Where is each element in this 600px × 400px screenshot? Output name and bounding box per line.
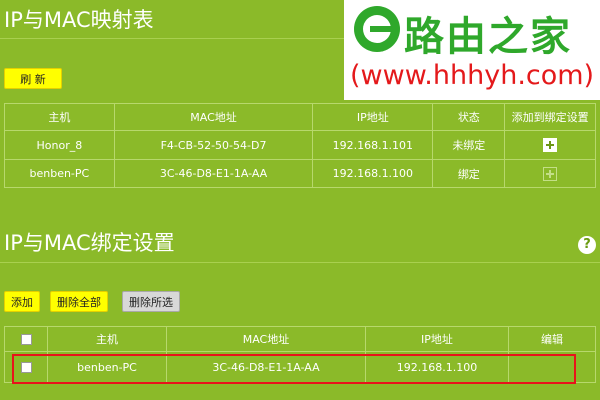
- mapping-col-ip: IP地址: [312, 103, 434, 131]
- binding-section-title: IP与MAC绑定设置: [4, 231, 175, 255]
- watermark-logo-icon: [354, 6, 400, 52]
- mapping-row-status: 未绑定: [432, 130, 506, 160]
- mapping-section-title: IP与MAC映射表: [4, 8, 154, 32]
- add-to-binding-plus-icon[interactable]: [543, 138, 558, 152]
- mapping-table: 主机 MAC地址 IP地址 状态 添加到绑定设置 Honor_8 F4-CB-5…: [4, 103, 596, 188]
- watermark: 路由之家 (www.hhhyh.com): [344, 0, 600, 100]
- watermark-url: (www.hhhyh.com): [350, 60, 595, 91]
- binding-col-host: 主机: [47, 326, 167, 352]
- select-all-checkbox[interactable]: [20, 334, 32, 345]
- mapping-row-ip: 192.168.1.100: [312, 159, 434, 188]
- binding-col-select: [4, 326, 48, 352]
- delete-all-button[interactable]: 删除全部: [50, 291, 108, 312]
- mapping-row-add-cell: [504, 159, 596, 188]
- mapping-row-add-cell: [504, 130, 596, 160]
- mapping-col-mac: MAC地址: [113, 103, 314, 131]
- mapping-col-status: 状态: [432, 103, 506, 131]
- mapping-row-mac: F4-CB-52-50-54-D7: [113, 130, 314, 160]
- mapping-row-ip: 192.168.1.101: [312, 130, 434, 160]
- highlight-box: [12, 354, 576, 384]
- binding-title-divider: [0, 262, 600, 263]
- binding-col-edit: 编辑: [508, 326, 596, 352]
- mapping-col-add-to-binding: 添加到绑定设置: [504, 103, 596, 131]
- mapping-row-status: 绑定: [432, 159, 506, 188]
- refresh-button[interactable]: 刷 新: [4, 68, 62, 89]
- watermark-title: 路由之家: [404, 14, 572, 60]
- binding-col-mac: MAC地址: [166, 326, 366, 352]
- delete-selected-button[interactable]: 删除所选: [122, 291, 180, 312]
- mapping-table-row: Honor_8 F4-CB-52-50-54-D7 192.168.1.101 …: [4, 130, 596, 160]
- mapping-row-host: Honor_8: [4, 130, 115, 160]
- help-icon[interactable]: ?: [578, 236, 596, 254]
- add-to-binding-plus-icon: [543, 166, 558, 181]
- mapping-table-row: benben-PC 3C-46-D8-E1-1A-AA 192.168.1.10…: [4, 159, 596, 188]
- binding-table-header: 主机 MAC地址 IP地址 编辑: [4, 326, 596, 352]
- mapping-row-mac: 3C-46-D8-E1-1A-AA: [113, 159, 314, 188]
- binding-col-ip: IP地址: [365, 326, 509, 352]
- mapping-col-host: 主机: [4, 103, 115, 131]
- mapping-table-header: 主机 MAC地址 IP地址 状态 添加到绑定设置: [4, 103, 596, 131]
- mapping-row-host: benben-PC: [4, 159, 115, 188]
- add-button[interactable]: 添加: [4, 291, 40, 312]
